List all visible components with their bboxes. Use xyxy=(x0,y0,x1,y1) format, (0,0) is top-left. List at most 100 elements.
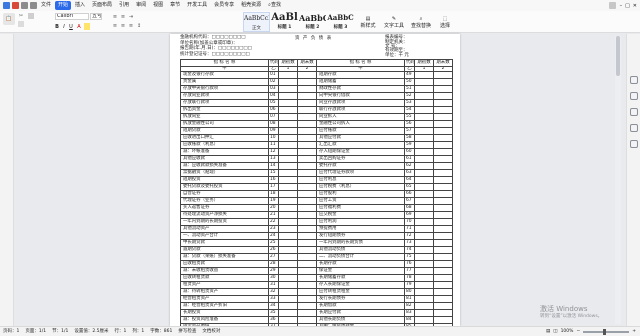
cell-left-name[interactable]: 减：贷款（呆账）损失准备 xyxy=(180,253,269,261)
cell-left-begin[interactable] xyxy=(278,253,298,261)
cell-left-name[interactable]: 减：应收款款损失准备 xyxy=(180,162,269,170)
cell-left-begin[interactable] xyxy=(278,176,298,184)
cell-right-name[interactable]: 其他长期负债 xyxy=(316,316,405,324)
cell-left-end[interactable] xyxy=(297,148,317,156)
share-icon[interactable] xyxy=(608,2,616,9)
cell-left-code[interactable]: 20 xyxy=(268,204,279,212)
cell-right-begin[interactable] xyxy=(414,162,434,170)
cell-left-end[interactable] xyxy=(297,78,317,86)
cell-right-begin[interactable] xyxy=(414,120,434,128)
cell-left-name[interactable]: 减：未收租赁收益 xyxy=(180,267,269,275)
status-spell[interactable]: 拼写检查 xyxy=(178,327,196,336)
document-page[interactable]: 资 产 负 债 表 金融机构代码：□□□□□□□□ 单位名称(加盖公章或印章)：… xyxy=(170,34,460,326)
cell-right-name[interactable]: 应付利润 xyxy=(316,218,405,226)
cell-left-code[interactable]: 27 xyxy=(268,253,279,261)
cell-left-end[interactable] xyxy=(297,204,317,212)
cell-left-begin[interactable] xyxy=(278,106,298,114)
cell-left-begin[interactable] xyxy=(278,288,298,296)
menu-page-layout[interactable]: 页面布局 xyxy=(89,1,115,10)
cell-right-end[interactable] xyxy=(433,267,453,275)
vertical-scrollbar[interactable] xyxy=(615,36,621,324)
undo-icon[interactable] xyxy=(30,2,37,9)
underline-icon[interactable]: U xyxy=(68,23,74,30)
font-size-select[interactable]: 五号 xyxy=(90,13,102,20)
cell-left-end[interactable] xyxy=(297,232,317,240)
cell-right-name[interactable]: 存入短期保证金 xyxy=(316,148,405,156)
style-normal[interactable]: AaBbCcDd 正文 xyxy=(243,12,270,32)
cell-left-name[interactable]: 自营证券 xyxy=(180,190,269,198)
cell-left-code[interactable]: 22 xyxy=(268,218,279,226)
cell-right-end[interactable] xyxy=(433,309,453,317)
cell-right-begin[interactable] xyxy=(414,148,434,156)
zoom-out-icon[interactable]: − xyxy=(576,327,580,336)
cell-right-end[interactable] xyxy=(433,71,453,79)
new-style-button[interactable]: ▤ 新样式 xyxy=(356,14,380,30)
cell-left-end[interactable] xyxy=(297,309,317,317)
cell-right-code[interactable]: 59 xyxy=(404,141,415,149)
cell-right-end[interactable] xyxy=(433,246,453,254)
cell-left-end[interactable] xyxy=(297,302,317,310)
style-panel-icon[interactable] xyxy=(630,76,638,84)
paste-icon[interactable]: 📋 xyxy=(3,13,15,25)
cell-left-begin[interactable] xyxy=(278,113,298,121)
cell-left-name[interactable]: 长期投资 xyxy=(180,309,269,317)
cell-right-begin[interactable] xyxy=(414,127,434,135)
cell-right-code[interactable]: 79 xyxy=(404,281,415,289)
cell-right-code[interactable]: 58 xyxy=(404,134,415,142)
cell-left-name[interactable]: 一年内到期的长期投资 xyxy=(180,218,269,226)
cell-left-name[interactable]: 应收租赁款 xyxy=(180,260,269,268)
select-pane-icon[interactable] xyxy=(630,92,638,100)
cell-left-code[interactable]: 05 xyxy=(268,99,279,107)
cell-right-code[interactable]: 64 xyxy=(404,176,415,184)
cell-left-end[interactable] xyxy=(297,295,317,303)
cell-right-end[interactable] xyxy=(433,169,453,177)
cell-right-code[interactable]: 77 xyxy=(404,267,415,275)
cell-left-begin[interactable] xyxy=(278,316,298,324)
cell-right-name[interactable]: 委托存款 xyxy=(316,162,405,170)
cell-left-begin[interactable] xyxy=(278,169,298,177)
cell-left-end[interactable] xyxy=(297,183,317,191)
italic-icon[interactable]: I xyxy=(61,23,67,30)
cell-left-name[interactable]: 应收账款（利息） xyxy=(180,141,269,149)
cell-right-code[interactable]: 70 xyxy=(404,218,415,226)
cell-left-name[interactable]: 委托贷款及委托投资 xyxy=(180,183,269,191)
cell-right-begin[interactable] xyxy=(414,316,434,324)
cell-right-code[interactable]: 52 xyxy=(404,92,415,100)
cell-left-code[interactable]: 08 xyxy=(268,120,279,128)
cell-right-code[interactable]: 69 xyxy=(404,211,415,219)
cell-left-code[interactable]: 14 xyxy=(268,162,279,170)
menu-section[interactable]: 章节 xyxy=(167,1,183,10)
zoom-in-icon[interactable]: + xyxy=(632,327,636,336)
cell-left-name[interactable]: 租赁资产 xyxy=(180,281,269,289)
cell-left-begin[interactable] xyxy=(278,99,298,107)
cell-right-name[interactable]: 金融性公司拆入 xyxy=(316,120,405,128)
cell-right-begin[interactable] xyxy=(414,176,434,184)
cell-right-name[interactable]: 发行短期债券 xyxy=(316,232,405,240)
cell-right-code[interactable]: 81 xyxy=(404,295,415,303)
menu-references[interactable]: 引用 xyxy=(116,1,132,10)
cell-left-code[interactable]: 15 xyxy=(268,169,279,177)
cell-left-code[interactable]: 07 xyxy=(268,113,279,121)
cell-left-begin[interactable] xyxy=(278,141,298,149)
cell-left-name[interactable]: 票据融资（贴现） xyxy=(180,169,269,177)
cell-right-code[interactable]: 62 xyxy=(404,162,415,170)
cell-left-end[interactable] xyxy=(297,246,317,254)
cell-left-name[interactable]: 待处理流动资产净损失 xyxy=(180,211,269,219)
save-icon[interactable] xyxy=(21,2,28,9)
cell-left-end[interactable] xyxy=(297,225,317,233)
cell-left-name[interactable]: 减：坏帐准备 xyxy=(180,148,269,156)
cell-right-end[interactable] xyxy=(433,85,453,93)
cell-left-code[interactable]: 11 xyxy=(268,141,279,149)
cell-left-name[interactable]: 短期贷款 xyxy=(180,127,269,135)
cell-right-code[interactable]: 51 xyxy=(404,85,415,93)
cell-left-end[interactable] xyxy=(297,239,317,247)
cell-right-code[interactable]: 80 xyxy=(404,288,415,296)
cell-right-begin[interactable] xyxy=(414,274,434,282)
cell-right-end[interactable] xyxy=(433,113,453,121)
attributes-icon[interactable] xyxy=(630,108,638,116)
cell-right-name[interactable]: 其他流动负债 xyxy=(316,246,405,254)
cell-right-name[interactable]: 二、流动负债合计 xyxy=(316,253,405,261)
cell-left-begin[interactable] xyxy=(278,120,298,128)
cell-left-end[interactable] xyxy=(297,253,317,261)
cell-right-name[interactable]: 财政性存款 xyxy=(316,85,405,93)
